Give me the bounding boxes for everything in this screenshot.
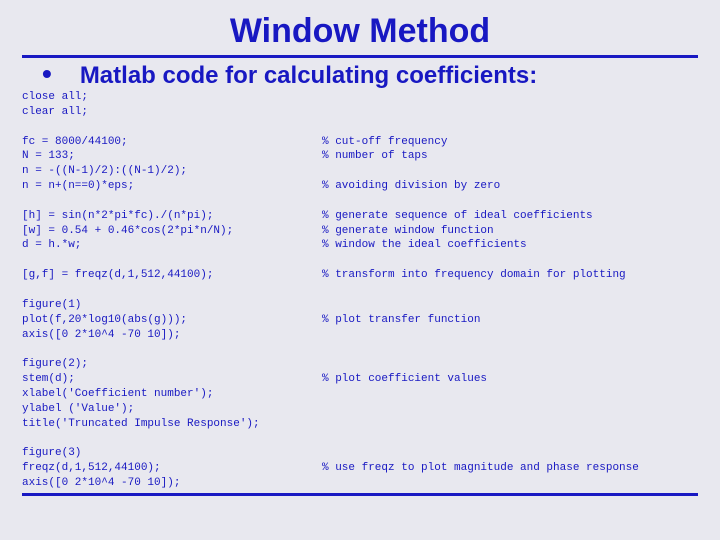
code-left bbox=[22, 342, 322, 357]
code-comment: % cut-off frequency bbox=[322, 135, 698, 150]
code-left: axis([0 2*10^4 -70 10]); bbox=[22, 476, 322, 491]
code-line: d = h.*w;% window the ideal coefficients bbox=[22, 238, 698, 253]
code-left: freqz(d,1,512,44100); bbox=[22, 461, 322, 476]
subtitle-text: Matlab code for calculating coefficients… bbox=[80, 62, 537, 90]
code-line bbox=[22, 194, 698, 209]
code-left: N = 133; bbox=[22, 149, 322, 164]
code-line: title('Truncated Impulse Response'); bbox=[22, 417, 698, 432]
code-left bbox=[22, 194, 322, 209]
code-comment: % window the ideal coefficients bbox=[322, 238, 698, 253]
slide-title: Window Method bbox=[22, 12, 698, 51]
code-left: clear all; bbox=[22, 105, 322, 120]
code-comment bbox=[322, 298, 698, 313]
code-comment bbox=[322, 446, 698, 461]
code-line: n = -((N-1)/2):((N-1)/2); bbox=[22, 164, 698, 179]
code-line: fc = 8000/44100;% cut-off frequency bbox=[22, 135, 698, 150]
code-comment bbox=[322, 194, 698, 209]
code-line bbox=[22, 120, 698, 135]
code-left: fc = 8000/44100; bbox=[22, 135, 322, 150]
code-left: figure(1) bbox=[22, 298, 322, 313]
code-comment: % avoiding division by zero bbox=[322, 179, 698, 194]
code-left: close all; bbox=[22, 90, 322, 105]
code-comment bbox=[322, 431, 698, 446]
code-left: plot(f,20*log10(abs(g))); bbox=[22, 313, 322, 328]
code-line: figure(3) bbox=[22, 446, 698, 461]
code-comment bbox=[322, 402, 698, 417]
code-comment bbox=[322, 476, 698, 491]
code-comment bbox=[322, 164, 698, 179]
code-comment bbox=[322, 90, 698, 105]
code-line: ylabel ('Value'); bbox=[22, 402, 698, 417]
code-line bbox=[22, 283, 698, 298]
code-comment bbox=[322, 342, 698, 357]
code-line: N = 133;% number of taps bbox=[22, 149, 698, 164]
code-left bbox=[22, 283, 322, 298]
code-line: [g,f] = freqz(d,1,512,44100);% transform… bbox=[22, 268, 698, 283]
code-left: figure(2); bbox=[22, 357, 322, 372]
code-line: axis([0 2*10^4 -70 10]); bbox=[22, 328, 698, 343]
code-left: [h] = sin(n*2*pi*fc)./(n*pi); bbox=[22, 209, 322, 224]
code-left: figure(3) bbox=[22, 446, 322, 461]
code-left: [w] = 0.54 + 0.46*cos(2*pi*n/N); bbox=[22, 224, 322, 239]
code-comment: % generate sequence of ideal coefficient… bbox=[322, 209, 698, 224]
code-left: n = n+(n==0)*eps; bbox=[22, 179, 322, 194]
code-left: axis([0 2*10^4 -70 10]); bbox=[22, 328, 322, 343]
code-left: ylabel ('Value'); bbox=[22, 402, 322, 417]
code-line: [w] = 0.54 + 0.46*cos(2*pi*n/N);% genera… bbox=[22, 224, 698, 239]
code-comment bbox=[322, 283, 698, 298]
code-comment: % plot transfer function bbox=[322, 313, 698, 328]
code-line: clear all; bbox=[22, 105, 698, 120]
code-left: n = -((N-1)/2):((N-1)/2); bbox=[22, 164, 322, 179]
code-line: figure(1) bbox=[22, 298, 698, 313]
code-left bbox=[22, 431, 322, 446]
code-comment bbox=[322, 328, 698, 343]
code-comment: % generate window function bbox=[322, 224, 698, 239]
code-line bbox=[22, 431, 698, 446]
code-comment bbox=[322, 417, 698, 432]
code-comment: % transform into frequency domain for pl… bbox=[322, 268, 698, 283]
code-line bbox=[22, 253, 698, 268]
code-comment: % use freqz to plot magnitude and phase … bbox=[322, 461, 698, 476]
code-line: stem(d);% plot coefficient values bbox=[22, 372, 698, 387]
code-comment: % number of taps bbox=[322, 149, 698, 164]
code-comment bbox=[322, 120, 698, 135]
code-line: [h] = sin(n*2*pi*fc)./(n*pi);% generate … bbox=[22, 209, 698, 224]
code-comment: % plot coefficient values bbox=[322, 372, 698, 387]
code-line: n = n+(n==0)*eps;% avoiding division by … bbox=[22, 179, 698, 194]
code-comment bbox=[322, 253, 698, 268]
code-line: close all; bbox=[22, 90, 698, 105]
code-left: stem(d); bbox=[22, 372, 322, 387]
code-comment bbox=[322, 387, 698, 402]
bottom-rule bbox=[22, 493, 698, 496]
bullet-icon: • bbox=[42, 62, 52, 86]
code-left bbox=[22, 253, 322, 268]
code-line: xlabel('Coefficient number'); bbox=[22, 387, 698, 402]
code-line bbox=[22, 342, 698, 357]
code-line: axis([0 2*10^4 -70 10]); bbox=[22, 476, 698, 491]
code-left bbox=[22, 120, 322, 135]
code-left: d = h.*w; bbox=[22, 238, 322, 253]
code-comment bbox=[322, 357, 698, 372]
code-comment bbox=[322, 105, 698, 120]
title-rule bbox=[22, 55, 698, 58]
code-line: freqz(d,1,512,44100);% use freqz to plot… bbox=[22, 461, 698, 476]
code-left: title('Truncated Impulse Response'); bbox=[22, 417, 322, 432]
subtitle-row: • Matlab code for calculating coefficien… bbox=[42, 62, 698, 90]
code-line: plot(f,20*log10(abs(g)));% plot transfer… bbox=[22, 313, 698, 328]
code-left: xlabel('Coefficient number'); bbox=[22, 387, 322, 402]
code-line: figure(2); bbox=[22, 357, 698, 372]
code-left: [g,f] = freqz(d,1,512,44100); bbox=[22, 268, 322, 283]
code-block: close all;clear all; fc = 8000/44100;% c… bbox=[22, 90, 698, 491]
